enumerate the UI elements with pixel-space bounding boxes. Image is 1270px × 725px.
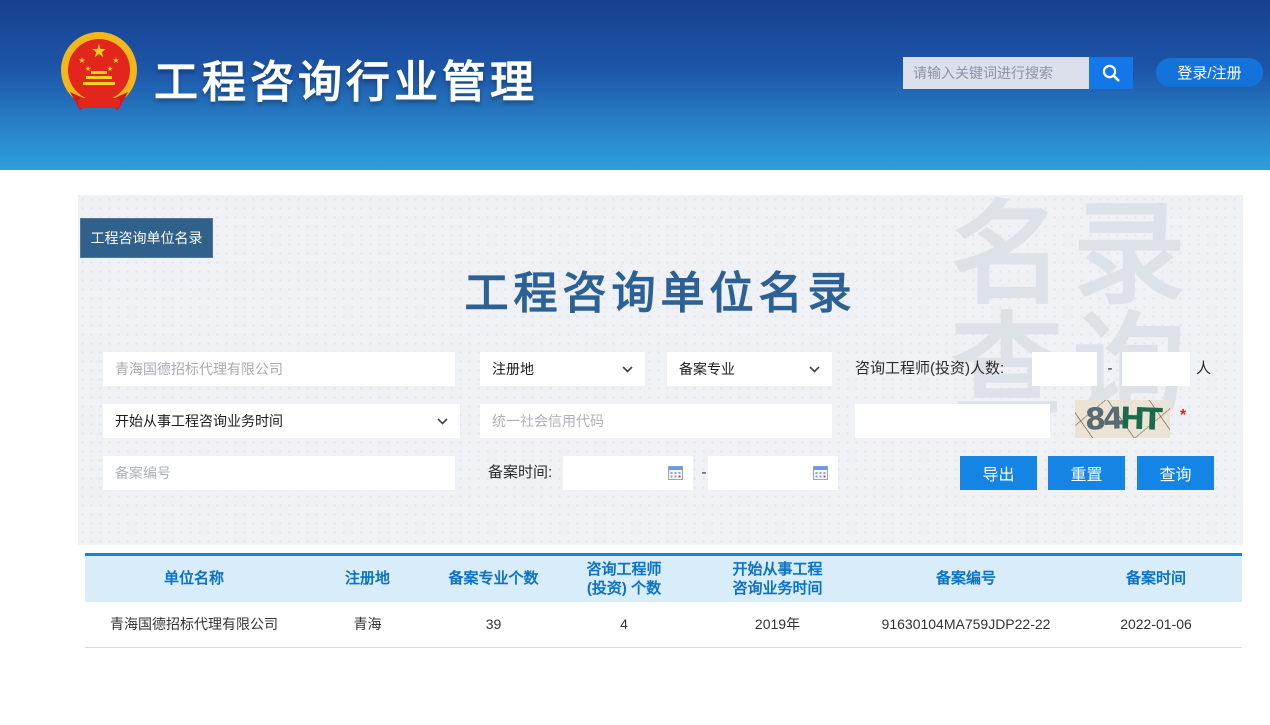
record-number-input[interactable] [103, 456, 455, 490]
company-name-input[interactable] [103, 352, 455, 386]
svg-text:★: ★ [78, 56, 85, 65]
chevron-down-icon [622, 366, 633, 373]
site-header: ★ ★ ★ ★ ★ 工程咨询行业管理 登录/注册 [0, 0, 1270, 170]
chevron-down-icon [437, 418, 448, 425]
export-button[interactable]: 导出 [960, 456, 1037, 490]
required-asterisk: * [1180, 407, 1186, 425]
cell-register-place: 青海 [303, 602, 432, 648]
register-place-select[interactable]: 注册地 [480, 352, 645, 386]
svg-text:★: ★ [107, 65, 113, 73]
credit-code-input[interactable] [480, 404, 832, 438]
page-title: 工程咨询单位名录 [78, 257, 1243, 321]
results-table: 单位名称 注册地 备案专业个数 咨询工程师 (投资) 个数 开始从事工程 咨询业… [85, 553, 1242, 648]
record-major-selected-value: 备案专业 [679, 359, 735, 379]
directory-search-panel: 名录 查询 工程咨询单位名录 工程咨询单位名录 注册地 备案专业 咨询工程师(投… [78, 195, 1243, 545]
search-button[interactable] [1089, 57, 1133, 89]
table-row[interactable]: 青海国德招标代理有限公司 青海 39 4 2019年 91630104MA759… [85, 602, 1242, 648]
tab-unit-directory[interactable]: 工程咨询单位名录 [80, 218, 213, 258]
table-header-row: 单位名称 注册地 备案专业个数 咨询工程师 (投资) 个数 开始从事工程 咨询业… [85, 555, 1242, 602]
record-time-end-input[interactable] [708, 456, 838, 490]
keyword-search-input[interactable] [903, 57, 1089, 89]
svg-text:★: ★ [112, 56, 119, 65]
col-header-register-place: 注册地 [303, 555, 432, 602]
engineer-count-label: 咨询工程师(投资)人数: [855, 352, 1004, 386]
cell-major-count: 39 [432, 602, 555, 648]
cell-engineer-count: 4 [555, 602, 693, 648]
cell-record-number: 91630104MA759JDP22-22 [862, 602, 1070, 648]
person-unit-label: 人 [1196, 352, 1211, 386]
captcha-text-part2: HT [1119, 401, 1160, 437]
search-icon [1101, 63, 1121, 83]
captcha-text-part1: 84 [1085, 401, 1122, 437]
start-time-select[interactable]: 开始从事工程咨询业务时间 [103, 404, 460, 438]
range-separator: - [1102, 352, 1118, 386]
cell-record-time: 2022-01-06 [1070, 602, 1242, 648]
svg-text:★: ★ [85, 65, 91, 73]
record-major-select[interactable]: 备案专业 [667, 352, 832, 386]
col-header-unit-name: 单位名称 [85, 555, 303, 602]
reset-button[interactable]: 重置 [1048, 456, 1125, 490]
svg-text:★: ★ [91, 41, 107, 61]
cell-start-time: 2019年 [693, 602, 862, 648]
record-time-start-input[interactable] [563, 456, 693, 490]
start-time-selected-value: 开始从事工程咨询业务时间 [115, 411, 283, 431]
chevron-down-icon [809, 366, 820, 373]
cell-unit-name: 青海国德招标代理有限公司 [85, 602, 303, 648]
col-header-major-count: 备案专业个数 [432, 555, 555, 602]
header-search [903, 57, 1133, 89]
login-register-button[interactable]: 登录/注册 [1156, 58, 1263, 87]
query-button[interactable]: 查询 [1137, 456, 1214, 490]
record-time-label: 备案时间: [488, 456, 552, 490]
col-header-engineer-count: 咨询工程师 (投资) 个数 [555, 555, 693, 602]
col-header-record-number: 备案编号 [862, 555, 1070, 602]
captcha-image[interactable]: 84 HT [1075, 400, 1170, 438]
site-title: 工程咨询行业管理 [154, 46, 538, 110]
national-emblem-logo: ★ ★ ★ ★ ★ [58, 30, 140, 116]
engineer-count-min-input[interactable] [1032, 352, 1097, 386]
col-header-record-time: 备案时间 [1070, 555, 1242, 602]
register-place-selected-value: 注册地 [492, 359, 534, 379]
calendar-icon [813, 466, 828, 480]
col-header-start-time: 开始从事工程 咨询业务时间 [693, 555, 862, 602]
captcha-input[interactable] [855, 404, 1050, 438]
calendar-icon [668, 466, 683, 480]
engineer-count-max-input[interactable] [1122, 352, 1190, 386]
